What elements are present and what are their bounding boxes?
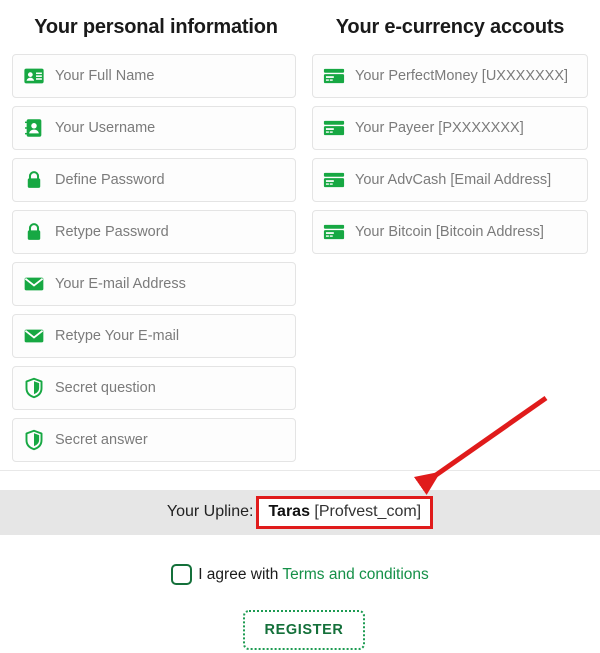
secret-question-input[interactable]: Secret question bbox=[12, 366, 296, 410]
password-input[interactable]: Define Password bbox=[12, 158, 296, 202]
shield-icon bbox=[23, 377, 45, 399]
lock-icon bbox=[23, 169, 45, 191]
secret-answer-input[interactable]: Secret answer bbox=[12, 418, 296, 462]
red-arrow-annotation bbox=[413, 395, 548, 496]
placeholder-text: Retype Your E-mail bbox=[55, 328, 180, 344]
agree-row: I agree with Terms and conditions bbox=[0, 564, 600, 585]
placeholder-text: Secret question bbox=[55, 380, 156, 396]
envelope-icon bbox=[23, 273, 45, 295]
perfectmoney-input[interactable]: Your PerfectMoney [UXXXXXXX] bbox=[312, 54, 588, 98]
user-card-icon bbox=[23, 117, 45, 139]
personal-information-title: Your personal information bbox=[34, 16, 278, 38]
placeholder-text: Your Full Name bbox=[55, 68, 155, 84]
credit-card-icon bbox=[323, 65, 345, 87]
id-card-icon bbox=[23, 65, 45, 87]
retype-password-input[interactable]: Retype Password bbox=[12, 210, 296, 254]
email-input[interactable]: Your E-mail Address bbox=[12, 262, 296, 306]
placeholder-text: Your E-mail Address bbox=[55, 276, 186, 292]
agree-label: I agree with bbox=[198, 565, 279, 583]
upline-text: Your Upline: Taras [Profvest_com] bbox=[166, 496, 434, 529]
retype-email-input[interactable]: Retype Your E-mail bbox=[12, 314, 296, 358]
credit-card-icon bbox=[323, 117, 345, 139]
placeholder-text: Your PerfectMoney [UXXXXXXX] bbox=[355, 68, 569, 84]
placeholder-text: Your AdvCash [Email Address] bbox=[355, 172, 552, 188]
placeholder-text: Define Password bbox=[55, 172, 165, 188]
placeholder-text: Your Payeer [PXXXXXXX] bbox=[355, 120, 524, 136]
ecurrency-accounts-title: Your e-currency accouts bbox=[335, 16, 565, 38]
credit-card-icon bbox=[323, 221, 345, 243]
credit-card-icon bbox=[323, 169, 345, 191]
bitcoin-input[interactable]: Your Bitcoin [Bitcoin Address] bbox=[312, 210, 588, 254]
shield-icon bbox=[23, 429, 45, 451]
full-name-input[interactable]: Your Full Name bbox=[12, 54, 296, 98]
upline-name: Taras bbox=[268, 503, 310, 520]
lock-icon bbox=[23, 221, 45, 243]
placeholder-text: Retype Password bbox=[55, 224, 169, 240]
agree-checkbox[interactable] bbox=[171, 564, 193, 585]
placeholder-text: Secret answer bbox=[55, 432, 148, 448]
upline-label: Your Upline: bbox=[166, 503, 254, 520]
registration-form-page: Your personal information Your e-currenc… bbox=[0, 0, 600, 653]
envelope-icon bbox=[23, 325, 45, 347]
terms-and-conditions-link[interactable]: Terms and conditions bbox=[282, 566, 428, 584]
upline-band: Your Upline: Taras [Profvest_com] bbox=[0, 490, 600, 535]
advcash-input[interactable]: Your AdvCash [Email Address] bbox=[312, 158, 588, 202]
upline-id: [Profvest_com] bbox=[314, 503, 422, 520]
username-input[interactable]: Your Username bbox=[12, 106, 296, 150]
upline-highlight-box: Taras [Profvest_com] bbox=[256, 496, 434, 529]
register-button[interactable]: REGISTER bbox=[243, 610, 365, 650]
section-divider bbox=[0, 470, 600, 471]
ecurrency-accounts-fields: Your PerfectMoney [UXXXXXXX] Your Payeer … bbox=[312, 54, 588, 262]
payeer-input[interactable]: Your Payeer [PXXXXXXX] bbox=[312, 106, 588, 150]
personal-information-fields: Your Full Name Your Username Define Passwo… bbox=[12, 54, 296, 470]
placeholder-text: Your Bitcoin [Bitcoin Address] bbox=[355, 224, 544, 240]
placeholder-text: Your Username bbox=[55, 120, 156, 136]
